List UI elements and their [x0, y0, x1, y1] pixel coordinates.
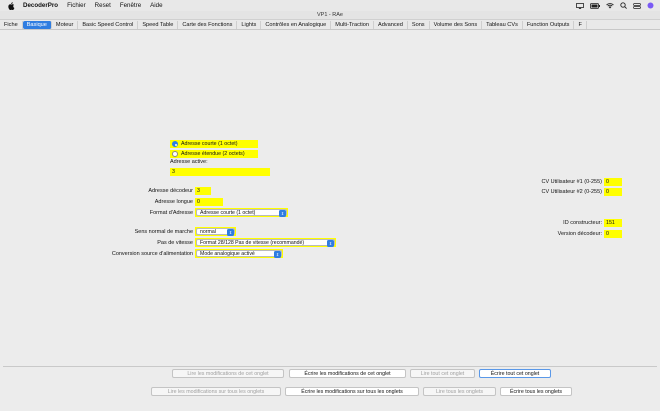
tab-fiche[interactable]: Fiche: [0, 20, 23, 29]
basique-panel: Adresse courte (1 octet) Adresse étendue…: [3, 32, 657, 366]
wifi-icon[interactable]: [606, 2, 614, 9]
tab-controles-analogique[interactable]: Contrôles en Analogique: [261, 20, 332, 29]
menu-window[interactable]: Fenêtre: [120, 2, 141, 9]
direction-value: normal: [200, 229, 216, 235]
decoder-address-field[interactable]: 3: [195, 187, 211, 195]
menu-app-name[interactable]: DecoderPro: [23, 2, 58, 9]
radio-unselected-icon: [172, 151, 178, 157]
tab-advanced[interactable]: Advanced: [374, 20, 408, 29]
chevron-updown-icon: ⇕: [279, 210, 286, 217]
chevron-updown-icon: ⇕: [327, 240, 334, 247]
power-source-label: Conversion source d'alimentation: [111, 251, 193, 257]
radio-short-address-label: Adresse courte (1 octet): [181, 141, 238, 147]
write-all-tab-button[interactable]: Écrire tout cet onglet: [479, 369, 551, 378]
address-format-value: Adresse courte (1 octet): [200, 210, 256, 216]
tab-function-outputs[interactable]: Function Outputs: [523, 20, 575, 29]
cv-user2-field[interactable]: 0: [604, 188, 622, 196]
speed-step-select[interactable]: Format 28/128 Pas de vitesse (recommandé…: [195, 238, 336, 247]
manufacturer-id-label: ID constructeur:: [563, 220, 602, 226]
read-changes-all-button[interactable]: Lire les modifications sur tous les ongl…: [151, 387, 281, 396]
cv-user2-label: CV Utilisateur #2 (0-255): [541, 189, 602, 195]
menu-help[interactable]: Aide: [150, 2, 162, 9]
decoder-version-value: 0: [604, 230, 622, 238]
tab-overflow[interactable]: F: [574, 20, 587, 29]
power-source-select[interactable]: Mode analogique activé ⇕: [195, 249, 283, 258]
divider: [3, 366, 657, 367]
radio-extended-address[interactable]: Adresse étendue (2 octets): [170, 150, 258, 158]
write-changes-tab-button[interactable]: Écrire les modifications de cet onglet: [289, 369, 406, 378]
decoder-version-label: Version décodeur:: [557, 231, 602, 237]
cv-user1-label: CV Utilisateur #1 (0-255): [541, 179, 602, 185]
screen-mirror-icon[interactable]: [576, 2, 584, 9]
radio-extended-address-label: Adresse étendue (2 octets): [181, 151, 245, 157]
tab-basique[interactable]: Basique: [22, 20, 52, 29]
write-all-button[interactable]: Écrire tous les onglets: [500, 387, 572, 396]
address-format-label: Format d'Adresse: [149, 210, 193, 216]
status-tray: [576, 0, 654, 11]
tab-tableau-cvs[interactable]: Tableau CVs: [482, 20, 523, 29]
long-address-label: Adresse longue: [154, 199, 193, 205]
radio-selected-icon: [172, 141, 178, 147]
tab-sons[interactable]: Sons: [408, 20, 430, 29]
active-address-field[interactable]: 3: [170, 168, 270, 176]
tab-carte-fonctions[interactable]: Carte des Fonctions: [178, 20, 238, 29]
window-title: VP1 - RAe: [0, 11, 660, 20]
battery-icon[interactable]: [590, 2, 600, 9]
decoder-address-label: Adresse décodeur: [148, 188, 193, 194]
siri-icon[interactable]: [647, 2, 654, 9]
apple-icon[interactable]: [7, 1, 15, 10]
macos-menu-bar: DecoderPro Fichier Reset Fenêtre Aide: [0, 0, 660, 11]
active-address-label: Adresse active:: [170, 159, 208, 165]
long-address-field[interactable]: 0: [195, 198, 223, 206]
control-center-icon[interactable]: [633, 2, 641, 9]
menu-reset[interactable]: Reset: [95, 2, 111, 9]
power-source-value: Mode analogique activé: [200, 251, 255, 257]
radio-short-address[interactable]: Adresse courte (1 octet): [170, 140, 258, 148]
write-changes-all-button[interactable]: Écrire les modifications sur tous les on…: [285, 387, 419, 396]
address-format-select[interactable]: Adresse courte (1 octet) ⇕: [195, 208, 288, 217]
direction-label: Sens normal de marche: [134, 229, 193, 235]
read-changes-tab-button[interactable]: Lire les modifications de cet onglet: [172, 369, 284, 378]
cv-user1-field[interactable]: 0: [604, 178, 622, 186]
chevron-updown-icon: ⇕: [274, 251, 281, 258]
tab-lights[interactable]: Lights: [237, 20, 262, 29]
tab-moteur[interactable]: Moteur: [52, 20, 79, 29]
tab-volume-sons[interactable]: Volume des Sons: [430, 20, 483, 29]
read-all-button[interactable]: Lire tous les onglets: [423, 387, 496, 396]
read-all-tab-button[interactable]: Lire tout cet onglet: [410, 369, 475, 378]
menu-file[interactable]: Fichier: [67, 2, 86, 9]
direction-select[interactable]: normal ⇕: [195, 227, 236, 236]
tab-speed-table[interactable]: Speed Table: [138, 20, 179, 29]
tab-multi-traction[interactable]: Multi-Traction: [331, 20, 374, 29]
manufacturer-id-value: 151: [604, 219, 622, 227]
chevron-updown-icon: ⇕: [227, 229, 234, 236]
tab-bar: Fiche Basique Moteur Basic Speed Control…: [0, 20, 660, 30]
speed-step-value: Format 28/128 Pas de vitesse (recommandé…: [200, 240, 305, 246]
tab-basic-speed-control[interactable]: Basic Speed Control: [78, 20, 139, 29]
search-icon[interactable]: [620, 2, 627, 9]
speed-step-label: Pas de vitesse: [157, 240, 193, 246]
